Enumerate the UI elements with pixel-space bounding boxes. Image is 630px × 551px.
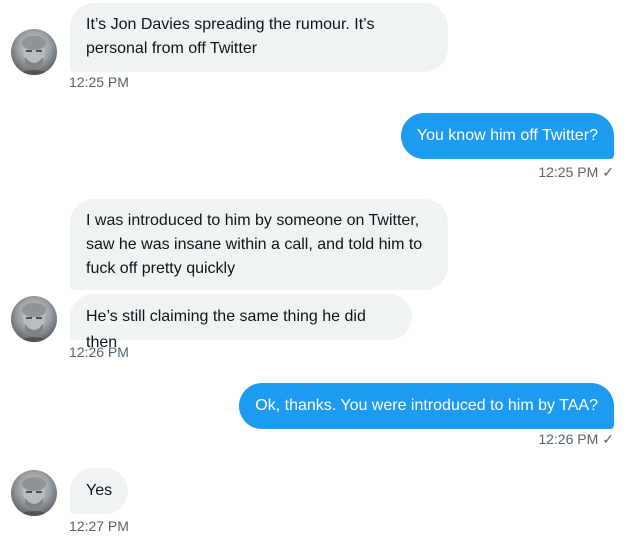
checkmark-icon: ✓: [602, 431, 614, 447]
avatar[interactable]: [11, 296, 57, 342]
message-bubble-outgoing[interactable]: You know him off Twitter?: [400, 113, 614, 159]
timestamp-text: 12:25 PM: [538, 164, 599, 180]
avatar[interactable]: [11, 29, 57, 75]
checkmark-icon: ✓: [602, 164, 614, 180]
message-timestamp: 12:26 PM: [69, 344, 129, 360]
message-bubble-incoming[interactable]: Yes: [70, 468, 129, 514]
timestamp-text: 12:26 PM: [538, 431, 599, 447]
message-bubble-outgoing[interactable]: Ok, thanks. You were introduced to him b…: [239, 383, 614, 429]
avatar[interactable]: [11, 470, 57, 516]
message-timestamp: 12:26 PM ✓: [538, 431, 614, 448]
message-bubble-incoming[interactable]: It’s Jon Davies spreading the rumour. It…: [70, 3, 448, 72]
message-bubble-incoming[interactable]: He’s still claiming the same thing he di…: [70, 294, 412, 351]
message-bubble-incoming[interactable]: I was introduced to him by someone on Tw…: [70, 199, 448, 290]
message-timestamp: 12:25 PM: [69, 74, 129, 90]
message-timestamp: 12:27 PM: [69, 518, 129, 534]
message-timestamp: 12:25 PM ✓: [538, 164, 614, 181]
